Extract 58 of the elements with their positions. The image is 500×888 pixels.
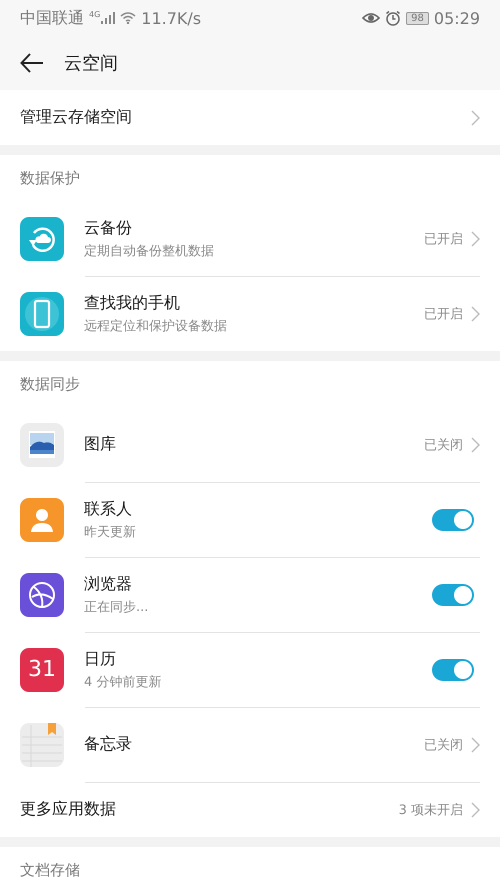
settings-row[interactable]: 31 日历 4 分钟前更新 xyxy=(0,632,500,707)
row-subtitle: 昨天更新 xyxy=(84,524,137,540)
battery-level: 98 xyxy=(406,12,429,24)
status-text: 已开启 xyxy=(424,230,463,248)
row-subtitle: 4 分钟前更新 xyxy=(84,674,162,690)
section-heading: 文档存储 xyxy=(19,860,81,880)
settings-row[interactable]: 查找我的手机 远程定位和保护设备数据 已开启 xyxy=(0,276,500,351)
chevron-right-icon xyxy=(471,230,480,246)
notepad-icon xyxy=(20,722,64,766)
row-title: 云备份 xyxy=(84,218,133,238)
status-text: 已开启 xyxy=(424,306,463,322)
row-title: 备忘录 xyxy=(84,734,133,755)
network-type: 4G xyxy=(89,10,100,19)
row-title: 管理云存储空间 xyxy=(20,107,133,128)
back-arrow-icon[interactable] xyxy=(20,53,44,73)
page-title: 云空间 xyxy=(64,52,118,75)
row-title: 图库 xyxy=(84,434,117,455)
toggle-switch[interactable] xyxy=(432,584,474,606)
settings-row[interactable]: 联系人 昨天更新 xyxy=(0,482,500,557)
calendar-icon: 31 xyxy=(20,648,64,692)
globe-icon xyxy=(20,572,64,616)
signal-icon xyxy=(101,12,116,24)
row-title: 联系人 xyxy=(84,498,133,520)
row-subtitle: 正在同步... xyxy=(84,598,150,616)
settings-row[interactable]: 备忘录 已关闭 xyxy=(0,707,500,782)
settings-row[interactable]: 图库 已关闭 xyxy=(0,407,500,482)
status-text: 已关闭 xyxy=(424,436,463,454)
chevron-right-icon xyxy=(471,306,480,322)
row-title: 查找我的手机 xyxy=(84,292,181,314)
chevron-right-icon xyxy=(471,436,480,452)
status-text: 已关闭 xyxy=(424,736,463,754)
cloud-backup-icon xyxy=(20,216,64,260)
gallery-icon xyxy=(20,422,64,466)
row-subtitle: 远程定位和保护设备数据 xyxy=(84,318,228,334)
row-title: 日历 xyxy=(84,648,117,670)
section-heading: 数据保护 xyxy=(19,168,81,188)
wifi-icon xyxy=(120,12,136,24)
settings-row[interactable]: 浏览器 正在同步... xyxy=(0,557,500,632)
row-title: 浏览器 xyxy=(84,574,133,594)
status-text: 3 项未开启 xyxy=(398,802,463,818)
carrier-name: 中国联通 xyxy=(20,8,84,28)
contact-person-icon xyxy=(20,498,64,542)
eye-icon xyxy=(362,11,380,25)
chevron-right-icon xyxy=(471,802,480,818)
clock-time: 05:29 xyxy=(434,8,480,28)
settings-row[interactable]: 更多应用数据 3 项未开启 xyxy=(0,782,500,837)
chevron-right-icon xyxy=(471,736,480,752)
toggle-switch[interactable] xyxy=(432,508,474,530)
row-subtitle: 定期自动备份整机数据 xyxy=(84,242,215,260)
toggle-switch[interactable] xyxy=(432,658,474,680)
chevron-right-icon xyxy=(471,110,480,126)
phone-icon xyxy=(20,292,64,336)
network-speed: 11.7K/s xyxy=(141,8,202,28)
settings-row[interactable]: 管理云存储空间 xyxy=(0,90,500,145)
section-heading: 数据同步 xyxy=(19,374,81,394)
settings-row[interactable]: 云备份 定期自动备份整机数据 已开启 xyxy=(0,201,500,276)
row-title: 更多应用数据 xyxy=(20,799,117,820)
alarm-icon xyxy=(385,10,402,26)
